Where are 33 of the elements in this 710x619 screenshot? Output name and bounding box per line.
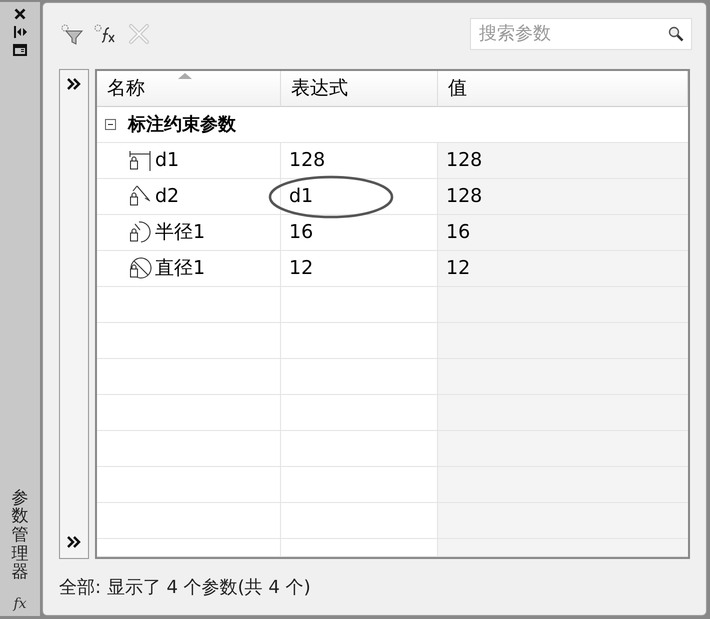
parameter-name: d2	[155, 185, 180, 208]
expression-text[interactable]: 12	[289, 257, 314, 280]
group-label: 标注约束参数	[128, 113, 236, 136]
close-icon[interactable]	[14, 8, 26, 20]
sort-arrow-icon	[177, 72, 193, 80]
diameter-dimension-icon	[129, 256, 153, 280]
search-field[interactable]: 搜索参数	[470, 18, 692, 50]
expression-text[interactable]: 16	[289, 221, 314, 244]
expression-text[interactable]: d1	[289, 185, 314, 208]
filter-icon[interactable]	[59, 22, 85, 45]
linear-dimension-icon	[129, 148, 153, 172]
value-text: 128	[446, 149, 482, 172]
search-icon[interactable]	[668, 26, 684, 42]
status-text: 全部: 显示了 4 个参数(共 4 个)	[59, 576, 312, 600]
value-text: 16	[446, 221, 470, 244]
value-text: 128	[446, 185, 482, 208]
parameter-name: d1	[155, 149, 180, 172]
parameter-name: 直径1	[155, 256, 206, 282]
radius-dimension-icon	[129, 220, 153, 244]
properties-icon[interactable]	[13, 44, 27, 56]
value-text: 12	[446, 257, 470, 280]
autohide-icon[interactable]	[13, 26, 27, 38]
palette-title: 参数管理器	[12, 488, 28, 582]
column-header[interactable]: 名称	[97, 70, 281, 107]
column-header[interactable]: 表达式	[281, 70, 438, 107]
expand-button[interactable]	[67, 78, 81, 90]
column-header[interactable]: 值	[438, 70, 688, 107]
expression-text[interactable]: 128	[289, 149, 326, 172]
collapse-toggle[interactable]	[105, 118, 116, 130]
parameter-name: 半径1	[155, 220, 206, 246]
fx-label: fx	[13, 596, 27, 612]
aligned-dimension-icon	[129, 184, 153, 208]
expand-button[interactable]	[67, 536, 81, 548]
